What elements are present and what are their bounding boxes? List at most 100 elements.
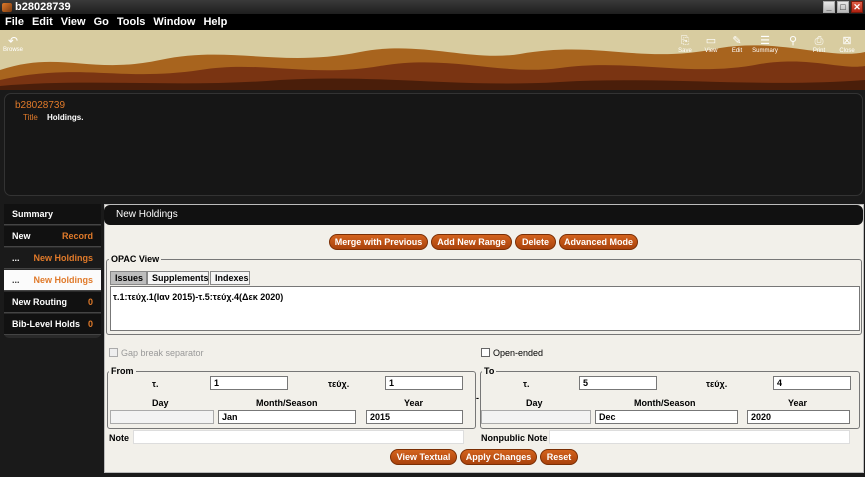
page-title: New Holdings bbox=[116, 209, 178, 220]
to-issue-input[interactable]: 4 bbox=[773, 376, 851, 390]
record-id: b28028739 bbox=[15, 100, 66, 111]
summary-icon: ☰ bbox=[760, 35, 770, 47]
sidebar-item-summary[interactable]: Summary bbox=[4, 204, 101, 225]
opac-view-legend: OPAC View bbox=[109, 254, 162, 264]
nonpublic-note-input[interactable] bbox=[549, 430, 850, 444]
menu-edit[interactable]: Edit bbox=[32, 16, 53, 28]
menu-tools[interactable]: Tools bbox=[117, 16, 146, 28]
tab-issues[interactable]: Issues bbox=[110, 271, 147, 285]
from-issue-label: τεύχ. bbox=[328, 379, 350, 389]
from-day-label: Day bbox=[152, 398, 169, 408]
sidebar-routing-label: New Routing bbox=[12, 297, 67, 307]
from-legend: From bbox=[109, 366, 136, 376]
sidebar-record-label: Record bbox=[61, 231, 93, 241]
browse-button[interactable]: ↶ Browse bbox=[3, 35, 23, 53]
range-dash: - bbox=[476, 393, 479, 403]
menu-go[interactable]: Go bbox=[94, 16, 109, 28]
save-label: Save bbox=[678, 48, 692, 54]
from-month-input[interactable]: Jan bbox=[218, 410, 356, 424]
sidebar-item-holdings-1[interactable]: ... New Holdings bbox=[4, 248, 101, 269]
view-textual-button[interactable]: View Textual bbox=[390, 449, 457, 465]
title-value: Holdings. bbox=[47, 113, 84, 122]
toolbar-banner: ↶ Browse ⎘ Save ▭ View ✎ Edit ☰ Summary ⚲ ⎙ P… bbox=[0, 30, 865, 90]
to-issue-label: τεύχ. bbox=[706, 379, 728, 389]
print-icon: ⎙ bbox=[814, 35, 824, 47]
save-button[interactable]: ⎘ Save bbox=[672, 34, 698, 54]
sidebar-item-routing[interactable]: New Routing 0 bbox=[4, 292, 101, 313]
menu-view[interactable]: View bbox=[61, 16, 86, 28]
edit-button[interactable]: ✎ Edit bbox=[724, 34, 750, 54]
sidebar-routing-count: 0 bbox=[87, 297, 93, 307]
sidebar-item-new-record[interactable]: New Record bbox=[4, 226, 101, 247]
summary-button[interactable]: ☰ Summary bbox=[752, 34, 778, 54]
app-icon bbox=[2, 2, 12, 12]
view-button[interactable]: ▭ View bbox=[698, 34, 724, 54]
edit-label: Edit bbox=[731, 48, 743, 54]
close-icon[interactable]: ✕ bbox=[851, 1, 863, 13]
to-vol-label: τ. bbox=[523, 379, 530, 389]
to-vol-input[interactable]: 5 bbox=[579, 376, 657, 390]
nonpublic-note-label: Nonpublic Note bbox=[481, 433, 548, 443]
window-title: b28028739 bbox=[15, 1, 71, 13]
sidebar-item-holds[interactable]: Bib-Level Holds 0 bbox=[4, 314, 101, 335]
merge-with-previous-button[interactable]: Merge with Previous bbox=[329, 234, 428, 250]
sidebar-item-holdings-2[interactable]: ... New Holdings bbox=[4, 270, 101, 291]
add-new-range-button[interactable]: Add New Range bbox=[431, 234, 512, 250]
to-month-label: Month/Season bbox=[634, 398, 696, 408]
sidebar: Summary New Record ... New Holdings ... New… bbox=[4, 204, 101, 338]
from-month-label: Month/Season bbox=[256, 398, 318, 408]
back-arrow-icon: ↶ bbox=[7, 34, 19, 48]
apply-changes-button[interactable]: Apply Changes bbox=[460, 449, 537, 465]
title-label: Title bbox=[23, 113, 38, 122]
sidebar-holds-count: 0 bbox=[87, 319, 93, 329]
from-issue-input[interactable]: 1 bbox=[385, 376, 463, 390]
edit-icon: ✎ bbox=[732, 35, 742, 47]
tab-indexes[interactable]: Indexes bbox=[210, 271, 250, 285]
sidebar-holdings2-dots: ... bbox=[12, 275, 20, 285]
save-icon: ⎘ bbox=[680, 35, 690, 47]
close-record-icon: ⊠ bbox=[842, 35, 852, 47]
record-header-panel: b28028739 Title Holdings. bbox=[4, 93, 863, 196]
delete-button[interactable]: Delete bbox=[515, 234, 556, 250]
to-year-input[interactable]: 2020 bbox=[747, 410, 850, 424]
from-year-input[interactable]: 2015 bbox=[366, 410, 463, 424]
to-day-input[interactable] bbox=[481, 410, 591, 424]
sidebar-holds-label: Bib-Level Holds bbox=[12, 319, 81, 329]
to-day-label: Day bbox=[526, 398, 543, 408]
to-legend: To bbox=[482, 366, 497, 376]
minimize-icon[interactable]: _ bbox=[823, 1, 835, 13]
print-button[interactable]: ⎙ Print bbox=[806, 34, 832, 54]
sidebar-holdings1-dots: ... bbox=[12, 253, 20, 263]
summary-label: Summary bbox=[752, 48, 778, 54]
maximize-icon[interactable]: □ bbox=[837, 1, 849, 13]
print-label: Print bbox=[812, 48, 826, 54]
from-vol-input[interactable]: 1 bbox=[210, 376, 288, 390]
view-icon: ▭ bbox=[705, 35, 717, 47]
tab-supplements[interactable]: Supplements bbox=[147, 271, 209, 285]
open-ended-checkbox[interactable] bbox=[481, 348, 490, 357]
reset-button[interactable]: Reset bbox=[540, 449, 578, 465]
note-input[interactable] bbox=[133, 430, 464, 444]
menu-help[interactable]: Help bbox=[203, 16, 227, 28]
sidebar-holdings1-label: New Holdings bbox=[33, 253, 93, 263]
to-month-input[interactable]: Dec bbox=[595, 410, 738, 424]
from-year-label: Year bbox=[404, 398, 424, 408]
from-day-input[interactable] bbox=[110, 410, 214, 424]
gap-break-label: Gap break separator bbox=[121, 348, 204, 358]
opac-text-display[interactable]: τ.1:τεύχ.1(Ιαν 2015)-τ.5:τεύχ.4(Δεκ 2020… bbox=[110, 286, 860, 331]
close-label: Close bbox=[839, 48, 855, 54]
attach-button[interactable]: ⚲ bbox=[780, 34, 806, 48]
advanced-mode-button[interactable]: Advanced Mode bbox=[559, 234, 638, 250]
menu-window[interactable]: Window bbox=[153, 16, 195, 28]
gap-break-checkbox[interactable] bbox=[109, 348, 118, 357]
sidebar-holdings2-label: New Holdings bbox=[33, 275, 93, 285]
view-label: View bbox=[704, 48, 718, 54]
menu-file[interactable]: File bbox=[5, 16, 24, 28]
browse-label: Browse bbox=[3, 47, 24, 53]
close-button[interactable]: ⊠ Close bbox=[834, 34, 860, 54]
menubar: File Edit View Go Tools Window Help bbox=[0, 14, 865, 30]
open-ended-label: Open-ended bbox=[493, 348, 544, 358]
window-titlebar: b28028739 _ □ ✕ bbox=[0, 0, 865, 14]
note-label: Note bbox=[109, 433, 129, 443]
to-year-label: Year bbox=[788, 398, 808, 408]
